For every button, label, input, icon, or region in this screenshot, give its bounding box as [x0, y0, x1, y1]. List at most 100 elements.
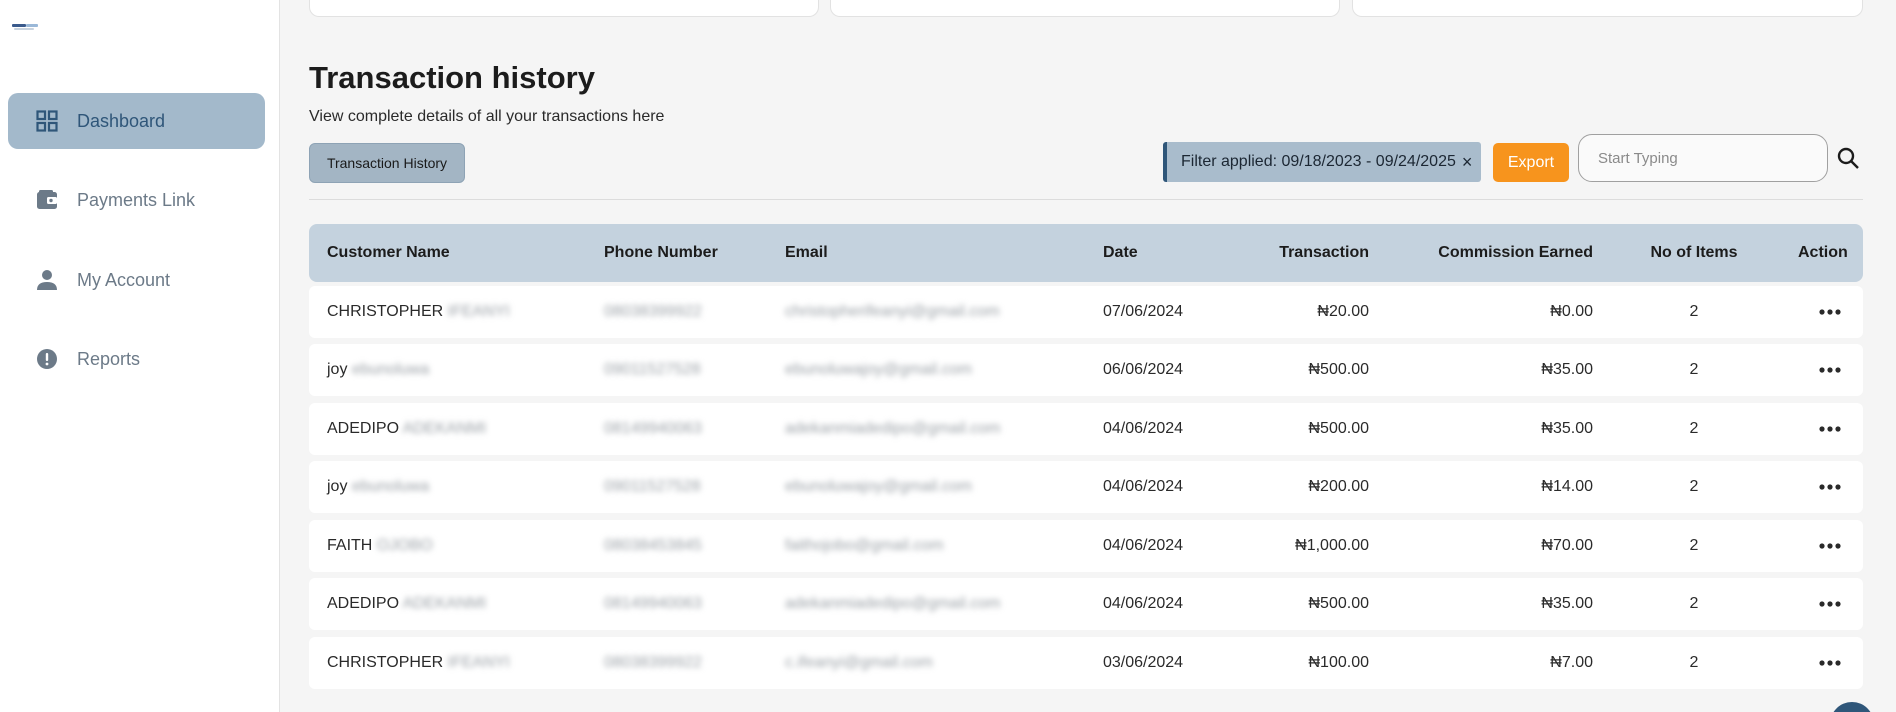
alert-icon [36, 348, 58, 370]
phone-number: 08038399922 [604, 654, 702, 671]
sidebar-item-payments-link[interactable]: Payments Link [8, 172, 265, 228]
page-title: Transaction history [309, 60, 595, 95]
more-actions-icon[interactable] [1810, 578, 1850, 630]
customer-name: FAITH OJOBO [327, 537, 433, 554]
column-header-no-of-items: No of Items [1650, 244, 1738, 261]
search-input[interactable] [1578, 134, 1828, 182]
transaction-amount: ₦100.00 [1308, 654, 1370, 671]
email: ebunoluwajoy@gmail.com [785, 478, 972, 495]
date: 04/06/2024 [1103, 478, 1184, 495]
customer-name: CHRISTOPHER IFEANYI [327, 303, 510, 320]
date: 07/06/2024 [1103, 303, 1184, 320]
transaction-amount: ₦1,000.00 [1295, 537, 1369, 554]
page-subtitle: View complete details of all your transa… [309, 108, 665, 125]
more-actions-icon[interactable] [1810, 344, 1850, 396]
commission-earned: ₦7.00 [1550, 654, 1593, 671]
email: adekanmiadedipo@gmail.com [785, 595, 1001, 612]
filter-chip: Filter applied: 09/18/2023 - 09/24/2025 … [1163, 142, 1481, 182]
phone-number: 08149940063 [604, 595, 702, 612]
stat-card [309, 0, 819, 17]
sidebar-item-dashboard[interactable]: Dashboard [8, 93, 265, 149]
email: ebunoluwajoy@gmail.com [785, 361, 972, 378]
date: 04/06/2024 [1103, 420, 1184, 437]
divider [309, 199, 1863, 200]
chat-fab-button[interactable] [1830, 702, 1874, 712]
column-header-date: Date [1103, 244, 1138, 261]
commission-earned: ₦35.00 [1541, 595, 1593, 612]
search-icon[interactable] [1836, 146, 1860, 170]
more-actions-icon[interactable] [1810, 286, 1850, 338]
phone-number: 08038399922 [604, 303, 702, 320]
item-count: 2 [1689, 361, 1699, 378]
filter-label: Filter applied: 09/18/2023 - 09/24/2025 [1181, 153, 1456, 170]
table-row[interactable]: FAITH OJOBO 08038453845 faithojobo@gmail… [309, 520, 1863, 572]
item-count: 2 [1689, 420, 1699, 437]
more-actions-icon[interactable] [1810, 520, 1850, 572]
commission-earned: ₦70.00 [1541, 537, 1593, 554]
phone-number: 08149940063 [604, 420, 702, 437]
table-row[interactable]: joy ebunoluwa 09011527528 ebunoluwajoy@g… [309, 461, 1863, 513]
sidebar-item-reports[interactable]: Reports [8, 331, 265, 387]
commission-earned: ₦14.00 [1541, 478, 1593, 495]
sidebar: Dashboard Payments Link My Account Repor… [0, 0, 280, 712]
table-header: Customer Name Phone Number Email Date Tr… [309, 224, 1863, 282]
date: 04/06/2024 [1103, 595, 1184, 612]
transaction-amount: ₦500.00 [1308, 420, 1370, 437]
item-count: 2 [1689, 478, 1699, 495]
column-header-transaction: Transaction [1279, 244, 1369, 261]
more-actions-icon[interactable] [1810, 461, 1850, 513]
column-header-commission-earned: Commission Earned [1438, 244, 1593, 261]
column-header-action: Action [1798, 244, 1848, 261]
sidebar-item-my-account[interactable]: My Account [8, 252, 265, 308]
email: adekanmiadedipo@gmail.com [785, 420, 1001, 437]
transaction-amount: ₦20.00 [1317, 303, 1369, 320]
customer-name: ADEDIPO ADEKANMI [327, 595, 487, 612]
item-count: 2 [1689, 595, 1699, 612]
table-row[interactable]: ADEDIPO ADEKANMI 08149940063 adekanmiade… [309, 403, 1863, 455]
date: 03/06/2024 [1103, 654, 1184, 671]
logo[interactable] [12, 22, 38, 32]
customer-name: joy ebunoluwa [327, 361, 430, 378]
tab-transaction-history[interactable]: Transaction History [309, 143, 465, 183]
stat-card [830, 0, 1340, 17]
date: 04/06/2024 [1103, 537, 1184, 554]
sidebar-item-label: Dashboard [77, 110, 166, 131]
phone-number: 08038453845 [604, 537, 702, 554]
table-row[interactable]: ADEDIPO ADEKANMI 08149940063 adekanmiade… [309, 578, 1863, 630]
transaction-amount: ₦500.00 [1308, 361, 1370, 378]
table-row[interactable]: CHRISTOPHER IFEANYI 08038399922 christop… [309, 286, 1863, 338]
table-row[interactable]: CHRISTOPHER IFEANYI 08038399922 c.ifeany… [309, 637, 1863, 689]
item-count: 2 [1689, 654, 1699, 671]
phone-number: 09011527528 [604, 361, 701, 378]
column-header-customer-name: Customer Name [327, 244, 450, 261]
item-count: 2 [1689, 303, 1699, 320]
email: c.ifeanyi@gmail.com [785, 654, 933, 671]
transaction-amount: ₦200.00 [1308, 478, 1370, 495]
user-icon [36, 269, 58, 291]
sidebar-item-label: Reports [77, 348, 141, 369]
grid-icon [36, 110, 58, 132]
email: christopherifeanyi@gmail.com [785, 303, 1000, 320]
customer-name: CHRISTOPHER IFEANYI [327, 654, 510, 671]
sidebar-item-label: My Account [77, 269, 171, 290]
table-row[interactable]: joy ebunoluwa 09011527528 ebunoluwajoy@g… [309, 344, 1863, 396]
wallet-icon [36, 189, 58, 211]
close-icon[interactable]: × [1462, 152, 1473, 173]
commission-earned: ₦35.00 [1541, 420, 1593, 437]
sidebar-item-label: Payments Link [77, 189, 196, 210]
more-actions-icon[interactable] [1810, 403, 1850, 455]
customer-name: joy ebunoluwa [327, 478, 430, 495]
export-button[interactable]: Export [1493, 143, 1569, 182]
column-header-email: Email [785, 244, 828, 261]
transaction-amount: ₦500.00 [1308, 595, 1370, 612]
phone-number: 09011527528 [604, 478, 701, 495]
commission-earned: ₦0.00 [1550, 303, 1593, 320]
more-actions-icon[interactable] [1810, 637, 1850, 689]
customer-name: ADEDIPO ADEKANMI [327, 420, 487, 437]
date: 06/06/2024 [1103, 361, 1184, 378]
commission-earned: ₦35.00 [1541, 361, 1593, 378]
stat-card [1352, 0, 1863, 17]
column-header-phone-number: Phone Number [604, 244, 718, 261]
item-count: 2 [1689, 537, 1699, 554]
email: faithojobo@gmail.com [785, 537, 944, 554]
